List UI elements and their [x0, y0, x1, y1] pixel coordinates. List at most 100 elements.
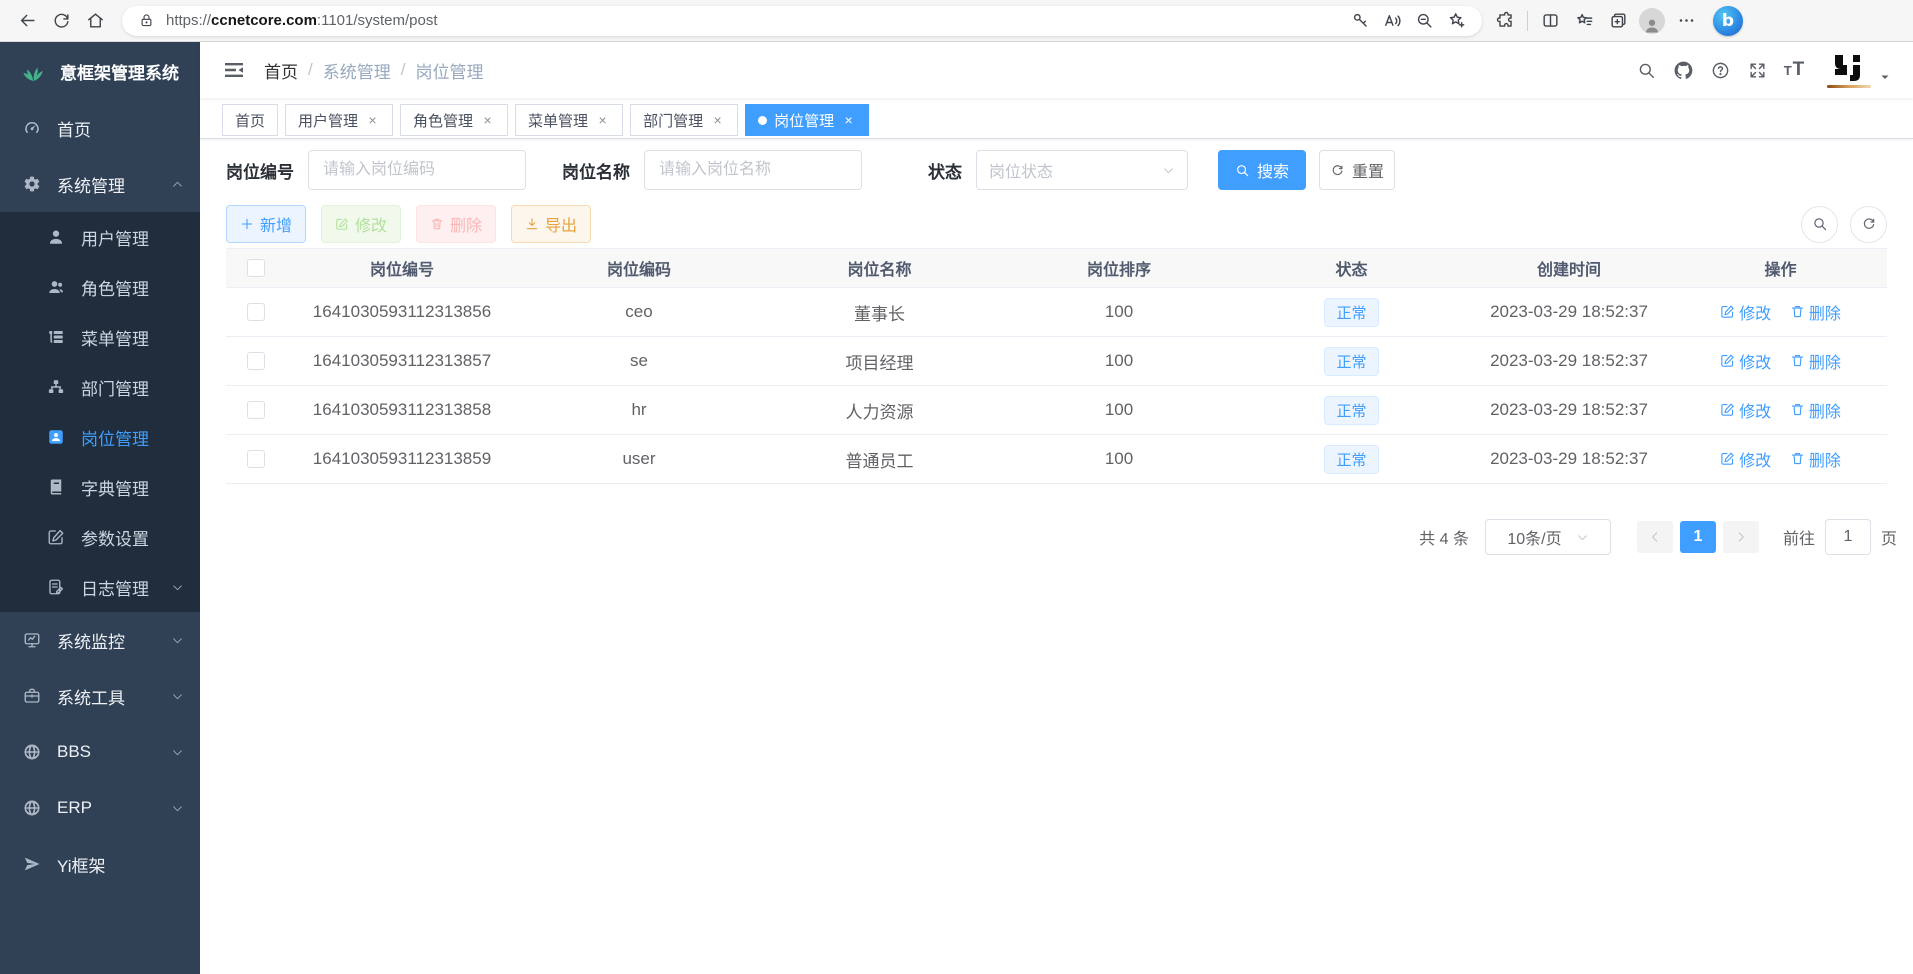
sidebar-item-role-management[interactable]: 角色管理	[0, 262, 200, 312]
status-select-placeholder: 岗位状态	[989, 158, 1053, 182]
close-icon[interactable]: ×	[841, 113, 856, 128]
page-number-button[interactable]: 1	[1680, 521, 1716, 553]
add-button[interactable]: 新增	[226, 205, 306, 243]
goto-page-input[interactable]	[1825, 519, 1871, 555]
row-checkbox[interactable]	[247, 450, 265, 468]
back-icon[interactable]	[10, 4, 44, 38]
select-all-checkbox[interactable]	[247, 259, 265, 277]
tab-menu-management[interactable]: 菜单管理×	[515, 104, 623, 136]
sidebar-item-menu-management[interactable]: 菜单管理	[0, 312, 200, 362]
row-delete-link[interactable]: 删除	[1790, 300, 1841, 324]
collections-icon[interactable]	[1601, 4, 1635, 38]
sidebar-item-log-management[interactable]: 日志管理	[0, 562, 200, 612]
export-button[interactable]: 导出	[511, 205, 591, 243]
table-row: 1641030593112313857 se 项目经理 100 正常 2023-…	[226, 337, 1887, 386]
home-icon[interactable]	[78, 4, 112, 38]
bing-icon[interactable]: b	[1713, 6, 1743, 36]
app-logo[interactable]: 意框架管理系统	[0, 42, 200, 100]
send-icon	[22, 854, 42, 874]
breadcrumb-home[interactable]: 首页	[264, 58, 298, 83]
row-delete-link[interactable]: 删除	[1790, 398, 1841, 422]
post-code: user	[518, 449, 760, 469]
chevron-down-icon[interactable]	[1879, 71, 1891, 83]
post-sort: 100	[999, 351, 1239, 371]
more-icon[interactable]	[1669, 4, 1703, 38]
sidebar-item-user-management[interactable]: 用户管理	[0, 212, 200, 262]
reset-button[interactable]: 重置	[1319, 150, 1395, 190]
row-checkbox[interactable]	[247, 303, 265, 321]
plant-logo-icon	[20, 57, 48, 85]
search-button[interactable]: 搜索	[1218, 150, 1306, 190]
address-bar[interactable]: https://ccnetcore.com:1101/system/post	[122, 6, 1482, 36]
reload-icon[interactable]	[44, 4, 78, 38]
split-screen-icon[interactable]	[1533, 4, 1567, 38]
edit-button[interactable]: 修改	[321, 205, 401, 243]
browser-actions: b	[1488, 4, 1743, 38]
monitor-icon	[22, 630, 42, 650]
page-content: 岗位编号 岗位名称 状态 岗位状态 搜索	[200, 139, 1913, 974]
row-checkbox[interactable]	[247, 352, 265, 370]
sidebar-item-yi-framework[interactable]: Yi框架	[0, 836, 200, 892]
read-aloud-icon[interactable]	[1376, 4, 1408, 38]
menu-tree-icon	[46, 327, 66, 347]
sidebar-item-dept-management[interactable]: 部门管理	[0, 362, 200, 412]
sidebar-item-system-management[interactable]: 系统管理	[0, 156, 200, 212]
row-delete-link[interactable]: 删除	[1790, 447, 1841, 471]
globe-icon	[22, 742, 42, 762]
favorites-icon[interactable]	[1567, 4, 1601, 38]
reset-button-label: 重置	[1352, 158, 1384, 182]
tab-role-management[interactable]: 角色管理×	[400, 104, 508, 136]
search-icon[interactable]	[1628, 52, 1665, 88]
close-icon[interactable]: ×	[710, 113, 725, 128]
row-checkbox[interactable]	[247, 401, 265, 419]
sidebar-item-dict-management[interactable]: 字典管理	[0, 462, 200, 512]
question-icon[interactable]	[1702, 52, 1739, 88]
close-icon[interactable]: ×	[595, 113, 610, 128]
sidebar-item-home[interactable]: 首页	[0, 100, 200, 156]
sidebar-item-system-tools[interactable]: 系统工具	[0, 668, 200, 724]
tab-post-management[interactable]: 岗位管理×	[745, 104, 869, 136]
extensions-icon[interactable]	[1488, 4, 1522, 38]
user-logo[interactable]	[1827, 53, 1871, 88]
chevron-down-icon	[1576, 531, 1589, 544]
favorite-add-icon[interactable]	[1440, 4, 1472, 38]
prev-page-button[interactable]	[1637, 521, 1673, 553]
close-icon[interactable]: ×	[365, 113, 380, 128]
delete-button[interactable]: 删除	[416, 205, 496, 243]
close-icon[interactable]: ×	[480, 113, 495, 128]
sidebar-collapse-icon[interactable]	[222, 58, 246, 82]
sidebar-item-system-monitor[interactable]: 系统监控	[0, 612, 200, 668]
show-search-toggle-button[interactable]	[1801, 206, 1838, 243]
fullscreen-icon[interactable]	[1739, 52, 1776, 88]
tab-user-management[interactable]: 用户管理×	[285, 104, 393, 136]
zoom-out-icon[interactable]	[1408, 4, 1440, 38]
next-page-button[interactable]	[1723, 521, 1759, 553]
sidebar-item-erp[interactable]: ERP	[0, 780, 200, 836]
sidebar-item-post-management[interactable]: 岗位管理	[0, 412, 200, 462]
sidebar-item-bbs[interactable]: BBS	[0, 724, 200, 780]
row-delete-link[interactable]: 删除	[1790, 349, 1841, 373]
post-name-input[interactable]	[644, 150, 862, 190]
sidebar-item-param-settings[interactable]: 参数设置	[0, 512, 200, 562]
font-size-icon[interactable]: TT	[1776, 52, 1813, 88]
row-edit-link[interactable]: 修改	[1720, 300, 1771, 324]
status-select[interactable]: 岗位状态	[976, 150, 1188, 190]
tab-dept-management[interactable]: 部门管理×	[630, 104, 738, 136]
github-icon[interactable]	[1665, 52, 1702, 88]
sidebar-item-label: 字典管理	[81, 475, 149, 500]
row-edit-link[interactable]: 修改	[1720, 349, 1771, 373]
profile-avatar[interactable]	[1635, 4, 1669, 38]
row-edit-link[interactable]: 修改	[1720, 447, 1771, 471]
row-edit-link[interactable]: 修改	[1720, 398, 1771, 422]
sidebar-item-label: 系统管理	[57, 172, 125, 197]
sidebar-item-label: Yi框架	[57, 852, 106, 877]
tab-home[interactable]: 首页	[222, 104, 278, 136]
created-time: 2023-03-29 18:52:37	[1464, 449, 1674, 469]
key-icon[interactable]	[1344, 4, 1376, 38]
post-code-input[interactable]	[308, 150, 526, 190]
breadcrumb-system[interactable]: 系统管理	[323, 58, 391, 83]
page-size-select[interactable]: 10条/页	[1485, 519, 1611, 555]
sidebar-item-label: 岗位管理	[81, 425, 149, 450]
refresh-table-button[interactable]	[1850, 206, 1887, 243]
export-button-label: 导出	[545, 212, 577, 236]
